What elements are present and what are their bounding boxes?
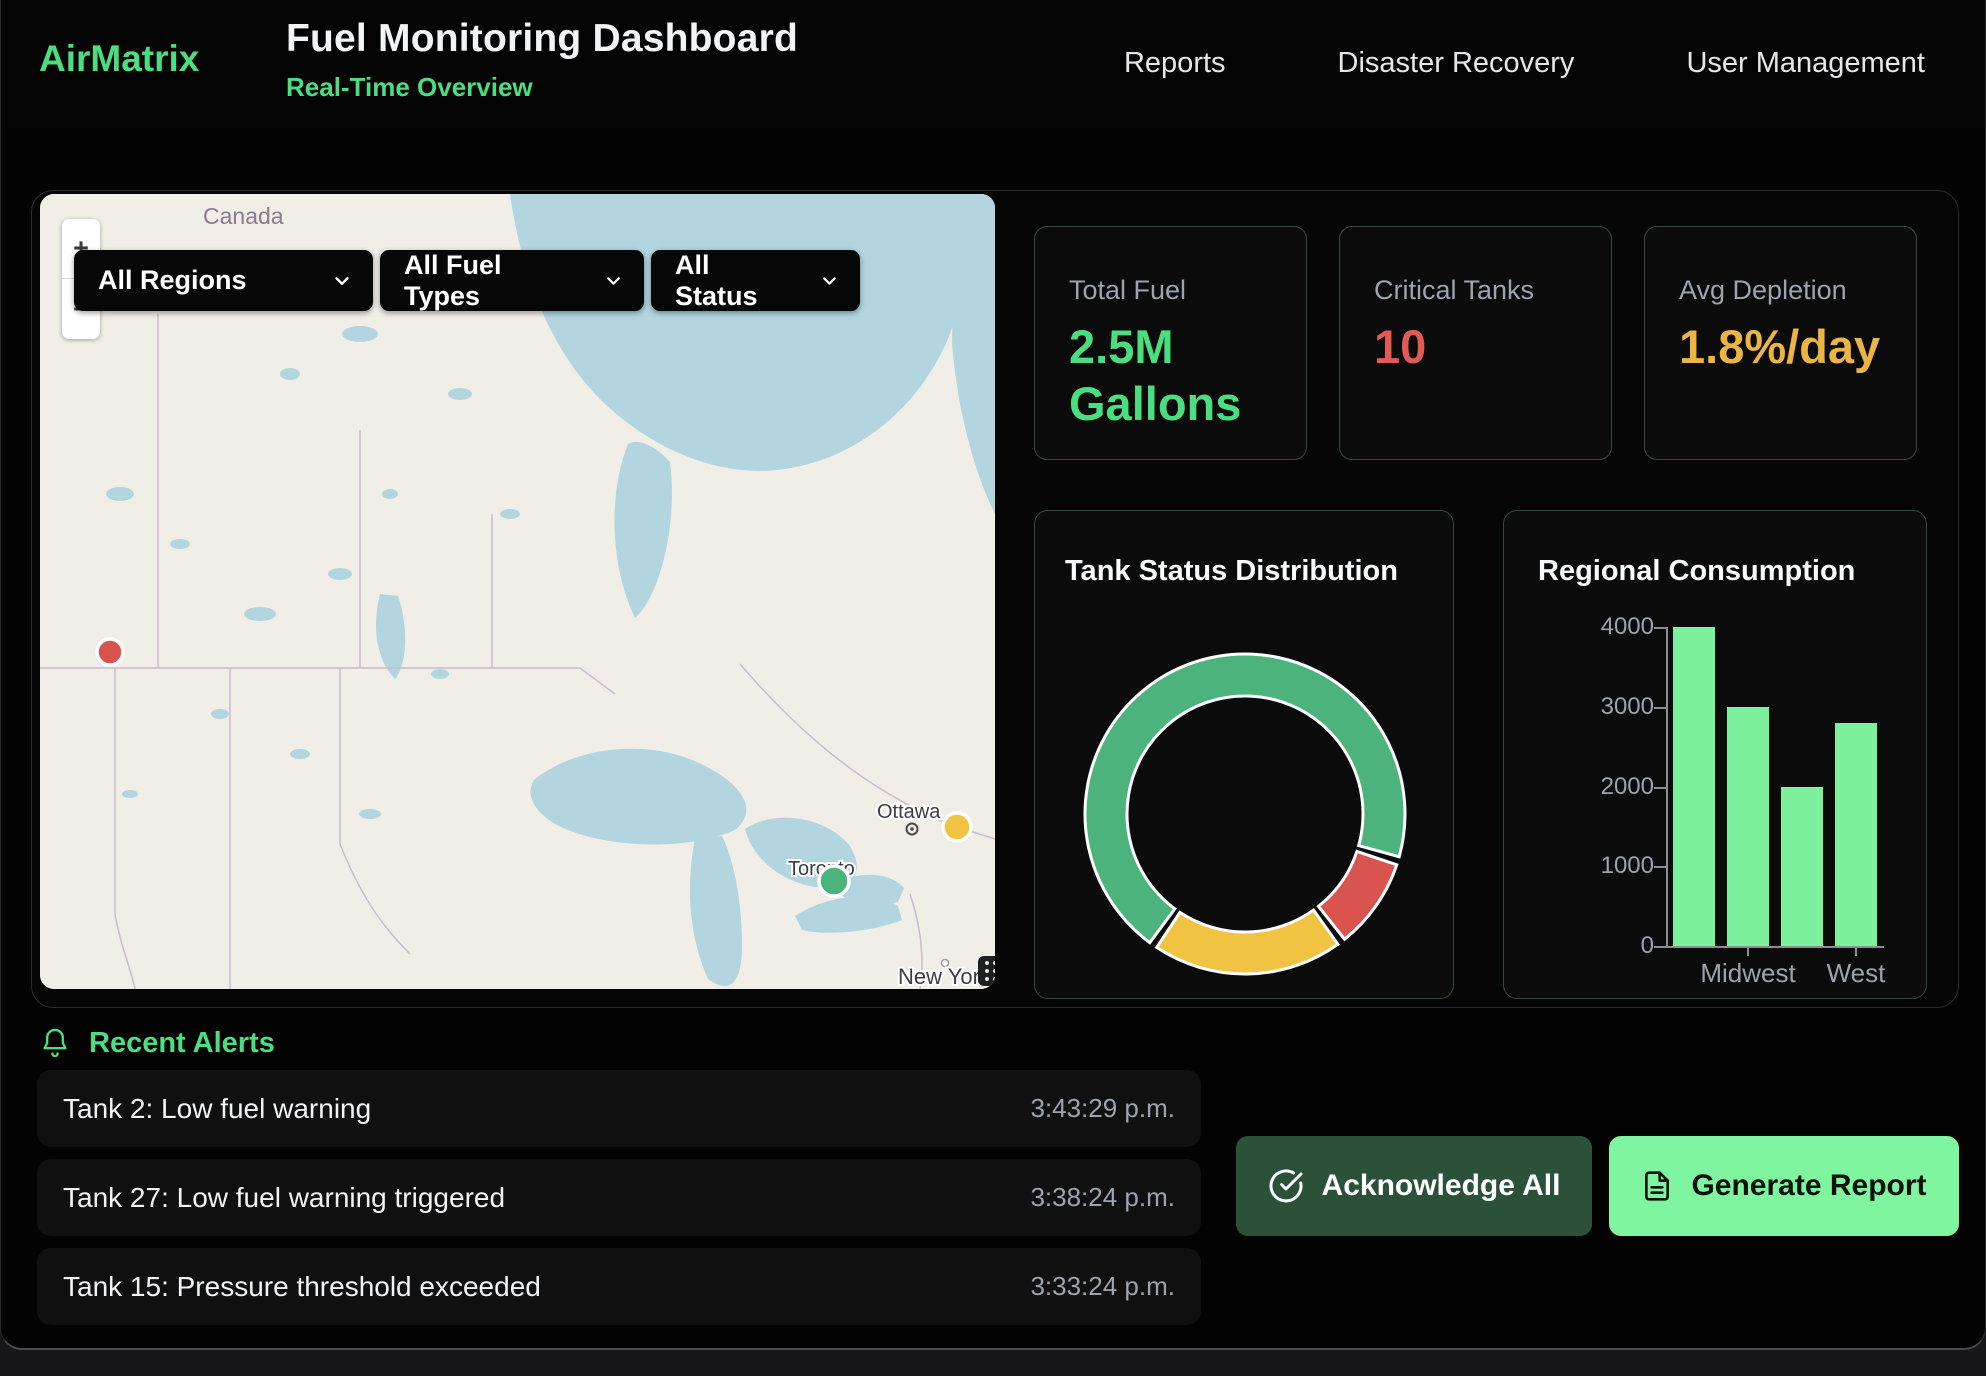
donut-segment-warning [1157,910,1338,974]
tank-status-donut-chart [1035,511,1455,1000]
recent-alerts-title: Recent Alerts [89,1027,275,1060]
page-title: Fuel Monitoring Dashboard [286,17,798,61]
chevron-down-icon [331,270,353,292]
filter-all-regions[interactable]: All Regions [74,250,373,311]
alert-timestamp: 3:43:29 p.m. [1030,1093,1175,1124]
report-file-icon [1641,1170,1673,1202]
map-marker-warning[interactable] [943,813,971,841]
bar-west [1835,723,1877,946]
stat-card-avg-depletion: Avg Depletion 1.8%/​day [1644,226,1917,460]
y-tick-mark [1654,787,1666,789]
x-tick-mark [1747,946,1749,956]
y-tick-label: 1000 [1544,852,1654,880]
check-circle-icon [1268,1168,1304,1204]
alert-timestamp: 3:38:24 p.m. [1030,1182,1175,1213]
stat-value: 1.8%/​day [1679,318,1882,375]
stat-label: Critical Tanks [1374,275,1577,306]
alert-row[interactable]: Tank 15: Pressure threshold exceeded 3:33… [37,1248,1201,1325]
chevron-down-icon [819,270,840,292]
nav-item-reports[interactable]: Reports [1124,47,1226,80]
dashboard-panel: Canada Ottawa Toronto New York + − All R… [31,190,1959,1008]
filter-all-status[interactable]: All Status [651,250,860,311]
stat-value: 10 [1374,318,1577,375]
app-header: AirMatrix Fuel Monitoring Dashboard Real… [1,0,1985,127]
generate-report-button[interactable]: Generate Report [1609,1136,1959,1236]
y-tick-mark [1654,627,1666,629]
regional-consumption-bar-chart: 01000200030004000MidwestWest [1504,511,1926,998]
stat-label: Avg Depletion [1679,275,1882,306]
donut-segment-critical [1318,851,1396,939]
stat-card-critical-tanks: Critical Tanks 10 [1339,226,1612,460]
alert-text: Tank 15: Pressure threshold exceeded [63,1271,541,1303]
map-tiles: Canada Ottawa Toronto New York [40,194,995,989]
stat-value: 2.5M Gallons [1069,318,1272,433]
page-subtitle: Real-Time Overview [286,72,533,103]
y-tick-label: 4000 [1544,613,1654,641]
generate-report-label: Generate Report [1691,1169,1926,1203]
alert-text: Tank 27: Low fuel warning triggered [63,1182,505,1214]
stat-card-total-fuel: Total Fuel 2.5M Gallons [1034,226,1307,460]
y-tick-mark [1654,707,1666,709]
main-nav: Reports Disaster Recovery User Management [1124,0,1925,127]
filter-label: All Fuel Types [404,250,577,312]
tank-status-card: Tank Status Distribution [1034,510,1454,999]
bell-icon [39,1026,71,1060]
filter-label: All Status [675,250,793,312]
alert-timestamp: 3:33:24 p.m. [1030,1271,1175,1302]
y-tick-label: 3000 [1544,693,1654,721]
y-axis-line [1666,627,1668,948]
x-axis-line [1666,946,1884,948]
stat-cards: Total Fuel 2.5M Gallons Critical Tanks 10 Av… [1034,226,1917,460]
acknowledge-all-button[interactable]: Acknowledge All [1236,1136,1592,1236]
nav-item-user-management[interactable]: User Management [1686,47,1925,80]
alert-row[interactable]: Tank 2: Low fuel warning 3:43:29 p.m. [37,1070,1201,1147]
nav-item-disaster-recovery[interactable]: Disaster Recovery [1338,47,1575,80]
y-tick-mark [1654,946,1666,948]
map-marker-normal[interactable] [819,866,849,896]
map-drag-handle-icon[interactable] [978,956,995,986]
y-tick-label: 0 [1544,932,1654,960]
map-label-ottawa: Ottawa [877,801,941,823]
filter-label: All Regions [98,265,247,296]
bar-3 [1781,787,1823,947]
x-tick-mark [1855,946,1857,956]
bar-midwest [1727,707,1769,946]
x-tick-label: West [1786,958,1926,989]
acknowledge-all-label: Acknowledge All [1322,1169,1561,1203]
chevron-down-icon [603,270,624,292]
brand-logo: AirMatrix [39,38,199,80]
filter-all-fuel-types[interactable]: All Fuel Types [380,250,644,311]
app-window: AirMatrix Fuel Monitoring Dashboard Real… [0,0,1986,1350]
stat-label: Total Fuel [1069,275,1272,306]
map[interactable]: Canada Ottawa Toronto New York + − All R… [40,194,995,989]
y-tick-label: 2000 [1544,773,1654,801]
bar-1 [1673,627,1715,946]
regional-consumption-card: Regional Consumption 01000200030004000Mi… [1503,510,1927,999]
map-marker-critical[interactable] [97,639,123,665]
alert-text: Tank 2: Low fuel warning [63,1093,371,1125]
map-label-canada: Canada [203,203,284,229]
map-filter-bar: All Regions All Fuel Types All Status [74,250,860,311]
recent-alerts-header: Recent Alerts [39,1026,275,1060]
alert-row[interactable]: Tank 27: Low fuel warning triggered 3:38:… [37,1159,1201,1236]
y-tick-mark [1654,866,1666,868]
